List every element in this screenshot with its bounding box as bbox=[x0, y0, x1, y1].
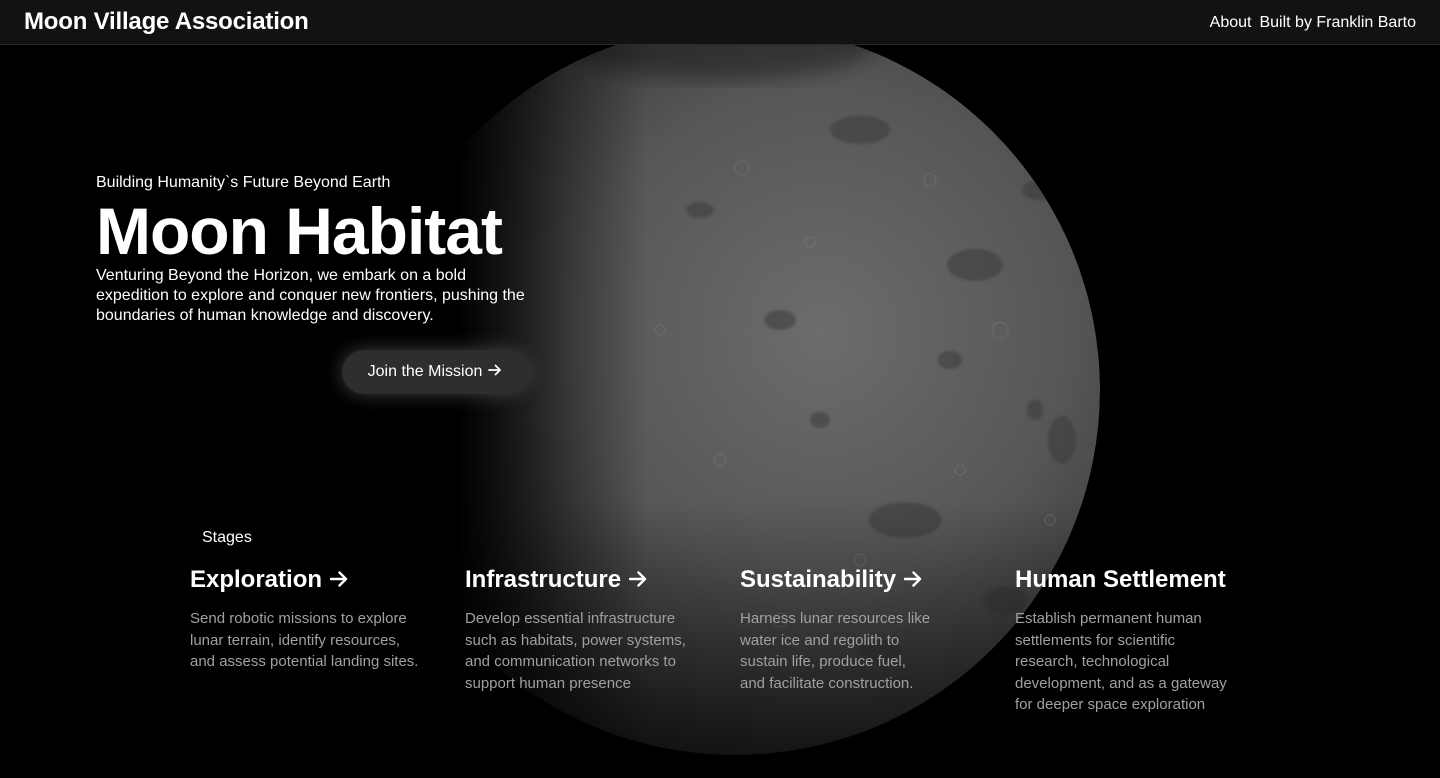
stage-title-label: Sustainability bbox=[740, 566, 897, 593]
hero-title: Moon Habitat bbox=[96, 194, 503, 268]
stage-title-sustainability[interactable]: Sustainability bbox=[740, 565, 1015, 595]
top-navbar: Moon Village Association About Built by … bbox=[0, 0, 1440, 45]
nav-link-built-by[interactable]: Built by Franklin Barto bbox=[1259, 13, 1416, 33]
stage-desc-sustainability: Harness lunar resources like water ice a… bbox=[740, 610, 931, 692]
stage-sustainability: Sustainability Harness lunar resources l… bbox=[740, 565, 1015, 716]
stage-title-exploration[interactable]: Exploration bbox=[190, 565, 465, 595]
nav-link-about[interactable]: About bbox=[1210, 13, 1252, 33]
arrow-right-icon bbox=[329, 565, 348, 595]
stage-desc-infrastructure: Develop essential infrastructure such as… bbox=[465, 610, 686, 692]
nav-links: About Built by Franklin Barto bbox=[1210, 13, 1416, 33]
stage-desc-exploration: Send robotic missions to explore lunar t… bbox=[190, 610, 419, 670]
stage-title-infrastructure[interactable]: Infrastructure bbox=[465, 565, 740, 595]
stage-title-label: Infrastructure bbox=[465, 566, 622, 593]
hero-description: Venturing Beyond the Horizon, we embark … bbox=[96, 267, 525, 324]
stages-label: Stages bbox=[202, 529, 252, 546]
stage-exploration: Exploration Send robotic missions to exp… bbox=[190, 565, 465, 716]
stage-title-label: Human Settlement bbox=[1015, 566, 1226, 593]
stage-desc-human-settlement: Establish permanent human settlements fo… bbox=[1015, 610, 1227, 713]
brand-title[interactable]: Moon Village Association bbox=[24, 8, 309, 36]
stage-title-human-settlement[interactable]: Human Settlement bbox=[1015, 565, 1290, 595]
join-mission-button[interactable]: Join the Mission bbox=[342, 350, 528, 394]
join-mission-label: Join the Mission bbox=[367, 363, 483, 380]
stage-infrastructure: Infrastructure Develop essential infrast… bbox=[465, 565, 740, 716]
arrow-right-icon bbox=[903, 565, 922, 595]
stage-human-settlement: Human Settlement Establish permanent hum… bbox=[1015, 565, 1290, 716]
hero-section: Building Humanity`s Future Beyond Earth … bbox=[96, 172, 556, 326]
stages-list: Exploration Send robotic missions to exp… bbox=[190, 565, 1290, 716]
arrow-right-icon bbox=[488, 363, 502, 381]
stage-title-label: Exploration bbox=[190, 566, 323, 593]
arrow-right-icon bbox=[628, 565, 647, 595]
hero-kicker: Building Humanity`s Future Beyond Earth bbox=[96, 174, 391, 191]
